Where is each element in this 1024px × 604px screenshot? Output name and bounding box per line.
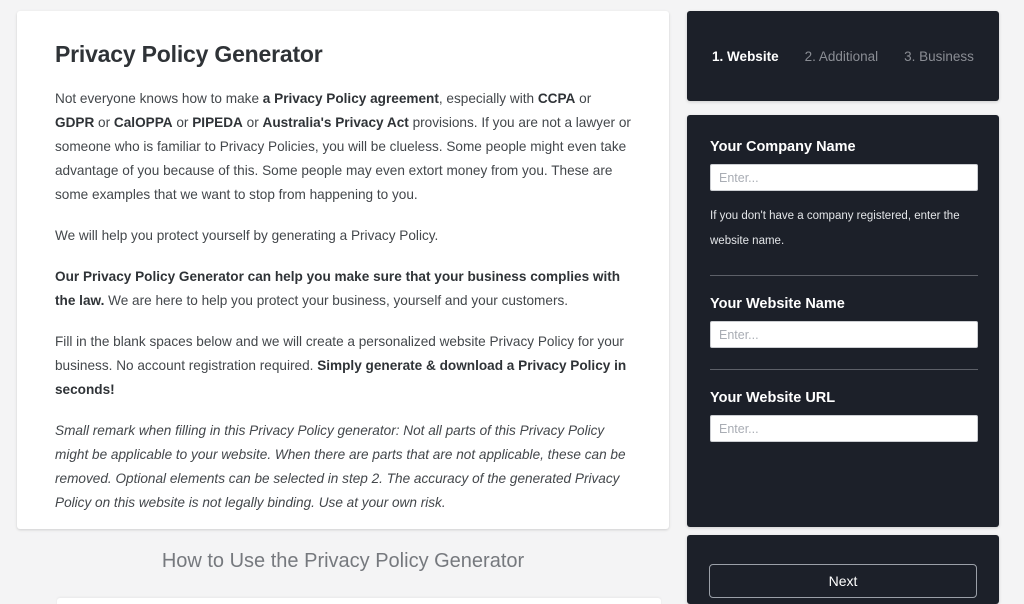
tab-step-3-business[interactable]: 3. Business	[904, 49, 974, 64]
form-divider-1	[710, 275, 978, 276]
p1-bold-3: GDPR	[55, 115, 95, 130]
p1-text-2: , especially with	[438, 91, 538, 106]
intro-paragraph-3: Our Privacy Policy Generator can help yo…	[55, 265, 631, 313]
p1-bold-5: PIPEDA	[192, 115, 243, 130]
p1-text-6: or	[242, 115, 263, 130]
form-footer: Next	[687, 535, 999, 604]
company-name-label: Your Company Name	[710, 139, 856, 155]
intro-paragraph-2: We will help you protect yourself by gen…	[55, 228, 439, 243]
step-1-form-body: Your Company Name If you don't have a co…	[687, 115, 999, 527]
field-group-company-name: Your Company Name If you don't have a co…	[710, 139, 978, 254]
website-url-label: Your Website URL	[710, 390, 836, 406]
company-name-input[interactable]	[710, 164, 978, 191]
next-button[interactable]: Next	[709, 564, 977, 598]
p1-text-5: or	[172, 115, 193, 130]
field-group-website-url: Your Website URL	[710, 390, 978, 442]
company-name-help-text: If you don't have a company registered, …	[710, 210, 960, 247]
p1-bold-2: CCPA	[537, 91, 576, 106]
p1-bold-6: Australia's Privacy Act	[262, 115, 409, 130]
p1-text-1: Not everyone knows how to make	[55, 91, 263, 106]
page-title: Privacy Policy Generator	[55, 41, 323, 67]
how-to-use-heading: How to Use the Privacy Policy Generator	[161, 550, 525, 572]
tab-step-1-website[interactable]: 1. Website	[712, 49, 779, 64]
p1-text-4: or	[94, 115, 114, 130]
intro-paragraph-1: Not everyone knows how to make a Privacy…	[55, 87, 631, 207]
privacy-policy-intro-card: Privacy Policy Generator Not everyone kn…	[17, 11, 669, 529]
intro-paragraph-4: Fill in the blank spaces below and we wi…	[55, 330, 631, 402]
p1-bold-4: CalOPPA	[113, 115, 173, 130]
website-name-input[interactable]	[710, 321, 978, 348]
field-group-website-name: Your Website Name	[710, 296, 978, 348]
tab-step-2-additional[interactable]: 2. Additional	[805, 49, 879, 64]
p3-text-1: We are here to help you protect your bus…	[104, 293, 569, 308]
website-url-input[interactable]	[710, 415, 978, 442]
next-section-card-peek	[57, 598, 661, 604]
website-name-label: Your Website Name	[710, 296, 845, 312]
form-divider-2	[710, 369, 978, 370]
intro-paragraph-remark: Small remark when filling in this Privac…	[55, 423, 626, 510]
p1-text-3: or	[575, 91, 592, 106]
generator-form-panel: 1. Website 2. Additional 3. Business You…	[687, 11, 999, 604]
p1-bold-1: a Privacy Policy agreement	[262, 91, 439, 106]
step-tabs-bar: 1. Website 2. Additional 3. Business	[687, 11, 999, 101]
